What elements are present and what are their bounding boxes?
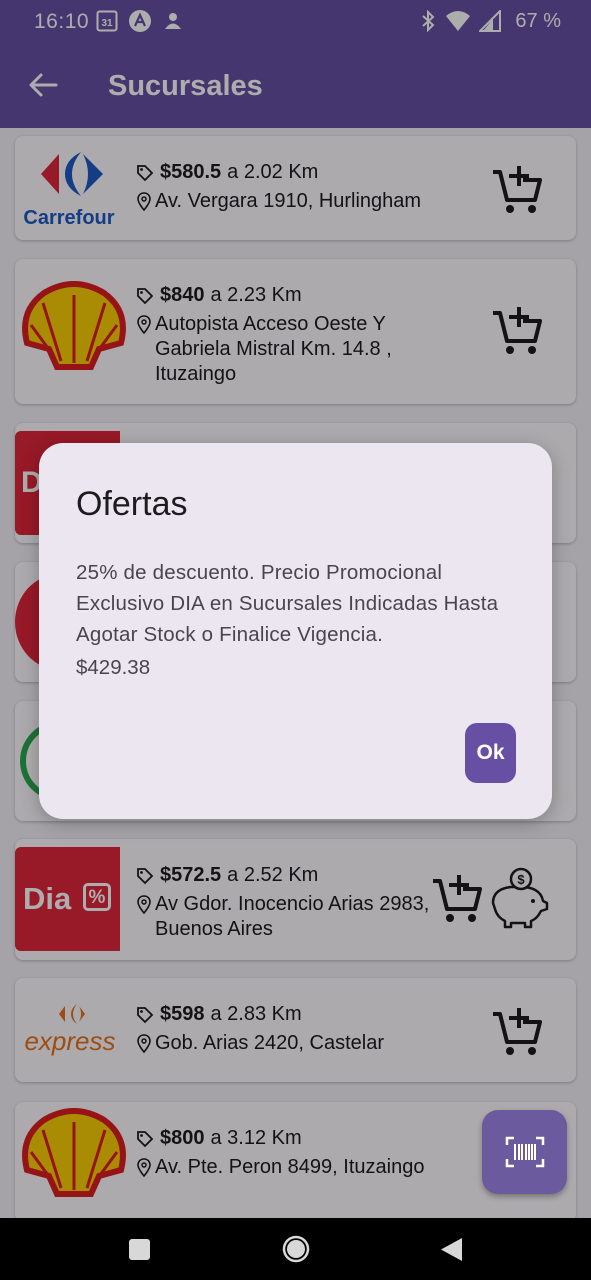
home-icon[interactable]	[282, 1235, 310, 1263]
barcode-scan-button[interactable]	[482, 1110, 567, 1194]
ok-button[interactable]: Ok	[465, 723, 516, 783]
recents-icon[interactable]	[128, 1238, 151, 1261]
system-navigation-bar	[0, 1218, 591, 1280]
dialog-message: 25% de descuento. Precio Promocional Exc…	[76, 561, 499, 646]
dialog-title: Ofertas	[76, 485, 188, 523]
offers-dialog: Ofertas 25% de descuento. Precio Promoci…	[39, 443, 552, 819]
back-nav-icon[interactable]	[439, 1237, 463, 1262]
barcode-scan-icon	[505, 1136, 544, 1168]
dialog-offer-price: $429.38	[76, 656, 151, 679]
